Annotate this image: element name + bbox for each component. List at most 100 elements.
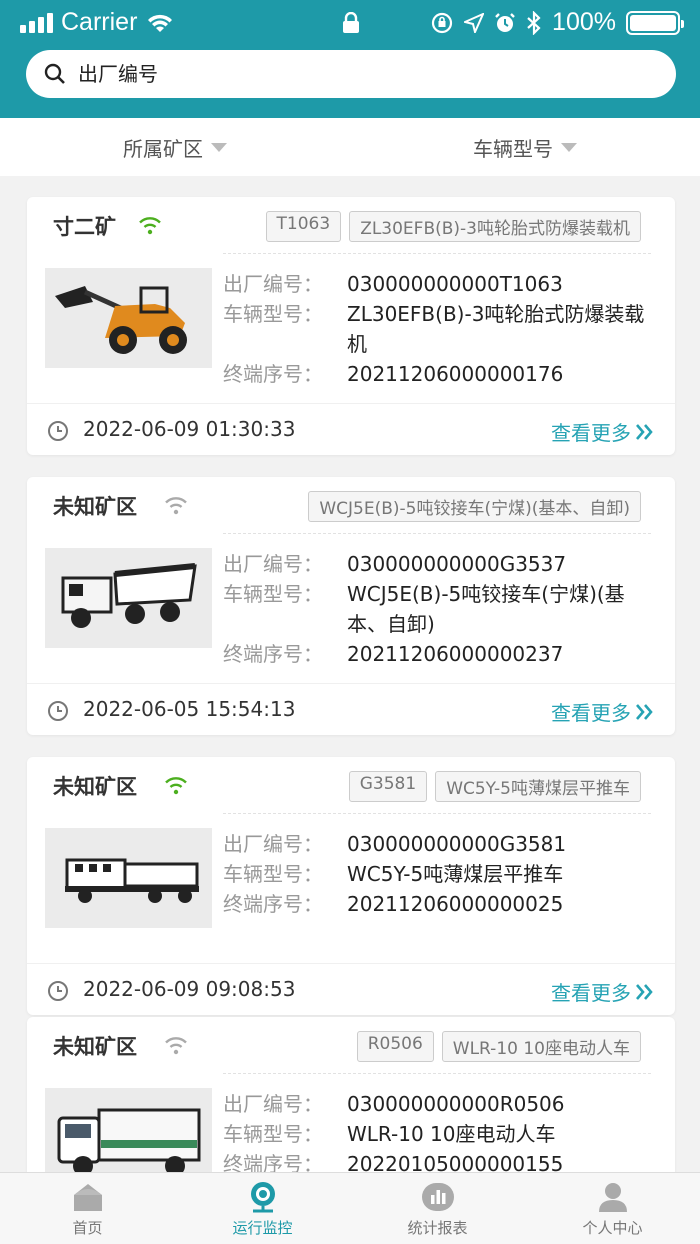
terminal-value: 20211206000000237 <box>347 642 564 666</box>
vehicle-card[interactable]: 未知矿区 R0506 WLR-10 10座电动人车 出厂编号：03000000 <box>27 1017 675 1172</box>
vehicle-card[interactable]: 未知矿区 G3581 WC5Y-5吨薄煤层平推车 出厂编号：030000000 <box>27 757 675 1015</box>
view-more-label: 查看更多 <box>551 981 631 1005</box>
signal-online-icon <box>165 777 187 795</box>
model-value: WLR-10 10座电动人车 <box>347 1122 556 1146</box>
factory-no-label: 出厂编号： <box>223 272 323 296</box>
factory-no-label: 出厂编号： <box>223 552 323 576</box>
model-value: WCJ5E(B)-5吨铰接车(宁煤)(基本、自卸) <box>347 582 625 636</box>
tab-monitor[interactable]: 运行监控 <box>175 1173 350 1244</box>
battery-percent: 100% <box>552 8 616 36</box>
terminal-label: 终端序号： <box>223 642 323 666</box>
divider <box>223 533 651 534</box>
filter-label: 车辆型号 <box>473 136 553 161</box>
update-time: 2022-06-05 15:54:13 <box>83 697 296 721</box>
view-more-label: 查看更多 <box>551 421 631 445</box>
tag-code: T1063 <box>265 211 342 242</box>
vehicle-card[interactable]: 寸二矿 T1063 ZL30EFB(B)-3吨轮胎式防爆装载机 出厂编号： 03… <box>27 197 675 455</box>
tab-bar: 首页 运行监控 统计报表 个人中心 <box>0 1172 700 1244</box>
terminal-value: 20211206000000176 <box>347 362 564 386</box>
model-label: 车辆型号： <box>223 862 323 886</box>
factory-no-label: 出厂编号： <box>223 1092 323 1116</box>
divider <box>223 253 651 254</box>
header: Carrier 100% 出厂编号 <box>0 0 700 118</box>
clock-icon <box>48 981 68 1001</box>
tag-group: R0506 WLR-10 10座电动人车 <box>356 1031 641 1062</box>
update-time: 2022-06-09 09:08:53 <box>83 977 296 1001</box>
factory-no-value: 030000000000G3581 <box>347 832 567 856</box>
filter-vehicle-model[interactable]: 车辆型号 <box>350 118 700 176</box>
monitor-icon <box>250 1182 275 1213</box>
lock-icon <box>343 12 359 33</box>
location-icon <box>464 12 485 33</box>
tab-label: 运行监控 <box>232 1219 293 1237</box>
signal-icon <box>20 12 53 33</box>
tag-group: T1063 ZL30EFB(B)-3吨轮胎式防爆装载机 <box>265 211 641 242</box>
vehicle-image <box>45 828 212 928</box>
tab-reports[interactable]: 统计报表 <box>350 1173 525 1244</box>
mine-name: 寸二矿 <box>53 215 116 239</box>
mine-name: 未知矿区 <box>53 775 137 799</box>
tag-code: G3581 <box>348 771 428 802</box>
vehicle-card[interactable]: 未知矿区 WCJ5E(B)-5吨铰接车(宁煤)(基本、自卸) 出厂编号： 030… <box>27 477 675 735</box>
mine-name: 未知矿区 <box>53 1035 137 1059</box>
tab-profile[interactable]: 个人中心 <box>525 1173 700 1244</box>
terminal-label: 终端序号： <box>223 362 323 386</box>
tag-model: ZL30EFB(B)-3吨轮胎式防爆装载机 <box>349 211 641 242</box>
factory-no-value: 030000000000T1063 <box>347 272 563 296</box>
model-value: ZL30EFB(B)-3吨轮胎式防爆装载机 <box>347 302 645 356</box>
signal-offline-icon <box>165 1037 187 1055</box>
tag-group: WCJ5E(B)-5吨铰接车(宁煤)(基本、自卸) <box>308 491 641 522</box>
rotation-lock-icon <box>431 12 453 33</box>
tab-label: 首页 <box>72 1219 103 1237</box>
filter-label: 所属矿区 <box>123 136 203 161</box>
filter-bar: 所属矿区 车辆型号 <box>0 118 700 176</box>
tag-model: WCJ5E(B)-5吨铰接车(宁煤)(基本、自卸) <box>308 491 641 522</box>
model-label: 车辆型号： <box>223 582 323 606</box>
factory-no-value: 030000000000G3537 <box>347 552 567 576</box>
tab-label: 统计报表 <box>407 1219 468 1237</box>
clock-icon <box>48 701 68 721</box>
battery-icon <box>626 10 684 35</box>
search-icon <box>44 63 65 84</box>
bluetooth-icon <box>527 10 541 35</box>
terminal-value: 20211206000000025 <box>347 892 564 916</box>
vehicle-image <box>45 268 212 368</box>
view-more-link[interactable]: 查看更多 <box>551 417 655 446</box>
tag-model: WLR-10 10座电动人车 <box>441 1031 641 1062</box>
filter-mine-area[interactable]: 所属矿区 <box>0 118 350 176</box>
terminal-value: 20220105000000155 <box>347 1152 564 1172</box>
caret-down-icon <box>211 142 227 152</box>
vehicle-list: 寸二矿 T1063 ZL30EFB(B)-3吨轮胎式防爆装载机 出厂编号： 03… <box>0 176 700 1172</box>
tab-home[interactable]: 首页 <box>0 1173 175 1244</box>
double-chevron-right-icon <box>636 703 653 720</box>
report-icon <box>421 1183 454 1211</box>
status-bar: Carrier 100% <box>0 0 700 48</box>
carrier-label: Carrier <box>61 8 138 36</box>
search-input[interactable] <box>78 62 638 86</box>
home-icon <box>73 1184 102 1211</box>
tab-label: 个人中心 <box>582 1219 643 1237</box>
model-label: 车辆型号： <box>223 1122 323 1146</box>
signal-online-icon <box>139 217 161 235</box>
user-icon <box>598 1183 627 1212</box>
factory-no-value: 030000000000R0506 <box>347 1092 565 1116</box>
mine-name: 未知矿区 <box>53 495 137 519</box>
view-more-label: 查看更多 <box>551 701 631 725</box>
model-label: 车辆型号： <box>223 302 323 326</box>
tag-model: WC5Y-5吨薄煤层平推车 <box>435 771 641 802</box>
alarm-icon <box>495 12 515 32</box>
update-time: 2022-06-09 01:30:33 <box>83 417 296 441</box>
factory-no-label: 出厂编号： <box>223 832 323 856</box>
caret-down-icon <box>561 142 577 152</box>
wifi-icon <box>148 14 173 32</box>
search-bar[interactable] <box>26 50 676 98</box>
vehicle-image <box>45 1088 212 1172</box>
tag-code: R0506 <box>356 1031 434 1062</box>
divider <box>223 813 651 814</box>
terminal-label: 终端序号： <box>223 1152 323 1172</box>
double-chevron-right-icon <box>636 983 653 1000</box>
terminal-label: 终端序号： <box>223 892 323 916</box>
vehicle-image <box>45 548 212 648</box>
view-more-link[interactable]: 查看更多 <box>551 697 655 726</box>
view-more-link[interactable]: 查看更多 <box>551 977 655 1006</box>
